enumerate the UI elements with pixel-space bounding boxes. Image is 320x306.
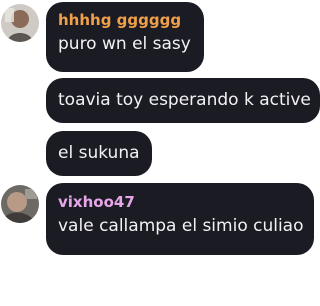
message-text: vale callampa el simio culiao (58, 216, 304, 236)
message-bubble[interactable]: toavia toy esperando k active (46, 78, 320, 123)
message-text: puro wn el sasy (58, 34, 191, 54)
message-bubble[interactable]: hhhhg gggggg puro wn el sasy (46, 2, 204, 72)
sender-name[interactable]: vixhoo47 (58, 193, 302, 211)
chat-thread: hhhhg gggggg puro wn el sasy toavia toy … (0, 0, 320, 306)
avatar-image (1, 4, 39, 42)
message-bubble[interactable]: vixhoo47 vale callampa el simio culiao (46, 183, 314, 255)
avatar-image (1, 185, 39, 223)
user-avatar[interactable] (1, 4, 39, 42)
message-text: toavia toy esperando k active (58, 90, 311, 110)
sender-name[interactable]: hhhhg gggggg (58, 11, 192, 29)
user-avatar[interactable] (1, 185, 39, 223)
message-text: el sukuna (58, 143, 140, 163)
message-bubble[interactable]: el sukuna (46, 131, 152, 176)
